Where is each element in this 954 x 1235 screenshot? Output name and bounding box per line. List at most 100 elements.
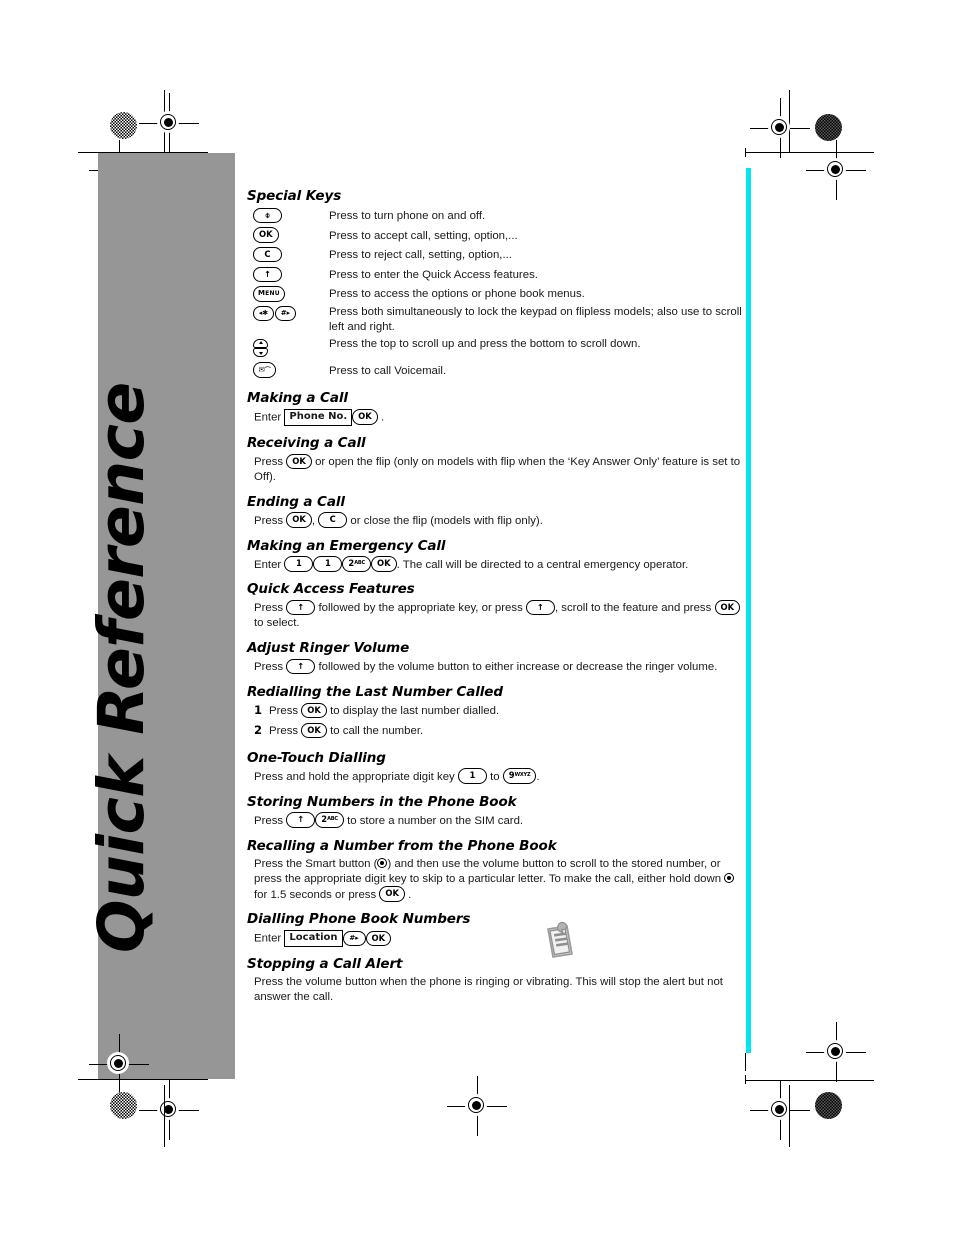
step-text: Press OK to call the number. — [269, 722, 424, 740]
registration-mark-top-right-inner — [806, 140, 866, 200]
registration-mark-bottom-center — [447, 1076, 507, 1136]
digit-1-key-icon: 1 — [457, 768, 487, 784]
ok-key-icon: OK — [286, 512, 312, 528]
key-cell-star-hash: ◂✱ #▸ — [253, 305, 327, 335]
tick-mark-bottom — [745, 1075, 747, 1084]
digit-9-key-icon: 9WXYZ — [502, 768, 537, 784]
heading-ringer-volume: Adjust Ringer Volume — [247, 640, 410, 657]
label-press: Press — [254, 514, 284, 527]
heading-stopping-call-alert: Stopping a Call Alert — [247, 956, 403, 973]
section-emergency-call: Making an Emergency Call Enter 1 1 2ABC OK.… — [247, 538, 742, 573]
section-recalling-number: Recalling a Number from the Phone Book P… — [247, 838, 742, 903]
trim-line-bottom-left-vertical — [164, 1085, 166, 1147]
section-quick-access: Quick Access Features Press ↑ followed b… — [247, 581, 742, 631]
heading-ending-a-call: Ending a Call — [247, 493, 345, 510]
label-press: Press — [269, 724, 299, 737]
special-key-desc: Press to enter the Quick Access features… — [329, 268, 538, 281]
section-receiving-a-call: Receiving a Call Press OK or open the fl… — [247, 435, 742, 485]
halftone-dot-bottom-right — [815, 1092, 842, 1119]
label-press: Press — [269, 704, 299, 717]
dialling-phone-book-instruction: Enter Location #▸ OK — [254, 929, 742, 947]
label-enter: Enter — [254, 558, 282, 571]
list-item: 2 Press OK to call the number. — [254, 722, 742, 740]
up-arrow-key-icon: ↑ — [286, 812, 316, 828]
clipboard-icon — [541, 920, 581, 967]
heading-making-a-call: Making a Call — [247, 390, 348, 407]
quick-access-mid-2: , scroll to the feature and press — [554, 602, 712, 615]
phone-no-field[interactable]: Phone No. — [284, 408, 353, 426]
step-detail: to call the number. — [330, 724, 424, 737]
section-dialling-phone-book: Dialling Phone Book Numbers Enter Locati… — [247, 911, 742, 947]
recalling-number-instruction: Press the Smart button () and then use t… — [254, 857, 742, 903]
smart-button-icon — [377, 858, 388, 869]
section-one-touch-dialling: One-Touch Dialling Press and hold the ap… — [247, 750, 742, 785]
recalling-part-3: for 1.5 seconds or press — [254, 888, 377, 901]
section-ringer-volume: Adjust Ringer Volume Press ↑ followed by… — [247, 640, 742, 675]
special-keys-table: ⌽ Press to turn phone on and off. OK Pre… — [253, 207, 742, 381]
label-press: Press — [254, 660, 284, 673]
receiving-a-call-text: or open the flip (only on models with fl… — [254, 455, 741, 483]
table-row: ↑ Press to enter the Quick Access featur… — [253, 266, 742, 286]
power-key-icon: ⌽ — [253, 207, 282, 224]
smart-button-icon — [724, 873, 735, 884]
heading-recalling-number: Recalling a Number from the Phone Book — [247, 837, 557, 854]
halftone-dot-top-left — [110, 112, 137, 139]
section-storing-numbers: Storing Numbers in the Phone Book Press … — [247, 794, 742, 829]
step-number: 1 — [254, 702, 263, 717]
emergency-call-instruction: Enter 1 1 2ABC OK. The call will be directe… — [254, 556, 742, 573]
table-row: ⌽ Press to turn phone on and off. — [253, 207, 742, 227]
tick-mark-bottom-lower — [745, 1053, 747, 1071]
quick-access-mid-1: followed by the appropriate key, or pres… — [318, 602, 523, 615]
digit-2-key-icon: 2ABC — [315, 812, 344, 828]
storing-numbers-instruction: Press ↑ 2ABC to store a number on the SIM… — [254, 812, 742, 829]
key-cell-rocker — [253, 335, 327, 362]
table-row: ◂✱ #▸ Press both simultaneously to lock t… — [253, 305, 742, 335]
heading-quick-access: Quick Access Features — [247, 581, 415, 598]
registration-mark-bottom-right — [750, 1080, 810, 1140]
location-field[interactable]: Location — [284, 929, 343, 947]
up-arrow-key-icon: ↑ — [286, 599, 316, 616]
ok-key-icon: OK — [253, 227, 279, 243]
label-enter: Enter — [254, 411, 282, 424]
up-arrow-key-icon: ↑ — [286, 658, 316, 675]
quick-reference-content: Special Keys ⌽ Press to turn phone on an… — [247, 188, 742, 1014]
label-press: Press — [254, 455, 284, 468]
step-number: 2 — [254, 722, 263, 737]
hash-key-icon: #▸ — [275, 305, 296, 322]
heading-redial: Redialling the Last Number Called — [247, 683, 503, 700]
registration-mark-bottom-left — [139, 1080, 199, 1140]
special-key-desc: Press the top to scroll up and press the… — [329, 337, 641, 350]
ok-key-icon: OK — [301, 722, 327, 739]
one-touch-pre: Press and hold the appropriate digit key — [254, 770, 455, 783]
special-key-desc: Press to call Voicemail. — [329, 364, 447, 377]
voicemail-key-icon: ✉⏜ — [253, 362, 276, 378]
ok-key-icon: OK — [371, 556, 397, 572]
star-key-icon: ◂✱ — [253, 305, 274, 322]
key-cell-menu: MENU — [253, 285, 327, 305]
trailing-period: . — [408, 888, 412, 901]
ringer-volume-text: followed by the volume button to either … — [318, 660, 718, 673]
heading-one-touch-dialling: One-Touch Dialling — [247, 749, 386, 766]
table-row: OK Press to accept call, setting, option… — [253, 227, 742, 247]
key-cell-power: ⌽ — [253, 207, 327, 227]
up-arrow-key-icon: ↑ — [253, 266, 282, 283]
making-a-call-instruction: Enter Phone No. OK . — [254, 408, 742, 426]
menu-key-icon: MENU — [253, 285, 285, 302]
ok-key-icon: OK — [379, 886, 405, 902]
step-text: Press OK to display the last number dial… — [269, 702, 499, 720]
one-touch-dialling-instruction: Press and hold the appropriate digit key… — [254, 768, 742, 785]
key-cell-up: ↑ — [253, 266, 327, 286]
digit-1-key-icon: 1 — [313, 556, 343, 572]
ok-key-icon: OK — [301, 702, 327, 719]
ending-a-call-instruction: Press OK, C or close the flip (models wi… — [254, 512, 742, 529]
volume-rocker-icon — [253, 338, 268, 358]
trailing-period: . — [380, 411, 385, 424]
hash-key-icon: #▸ — [342, 930, 366, 947]
trim-line-bottom-right-vertical — [789, 1085, 791, 1147]
registration-mark-top-right — [750, 98, 810, 158]
quick-access-post: to select. — [254, 617, 300, 630]
trailing-period: . — [536, 770, 540, 783]
digit-2-key-icon: 2ABC — [342, 556, 371, 572]
section-redial: Redialling the Last Number Called 1 Pres… — [247, 684, 742, 740]
cyan-colour-bar — [746, 168, 751, 1053]
